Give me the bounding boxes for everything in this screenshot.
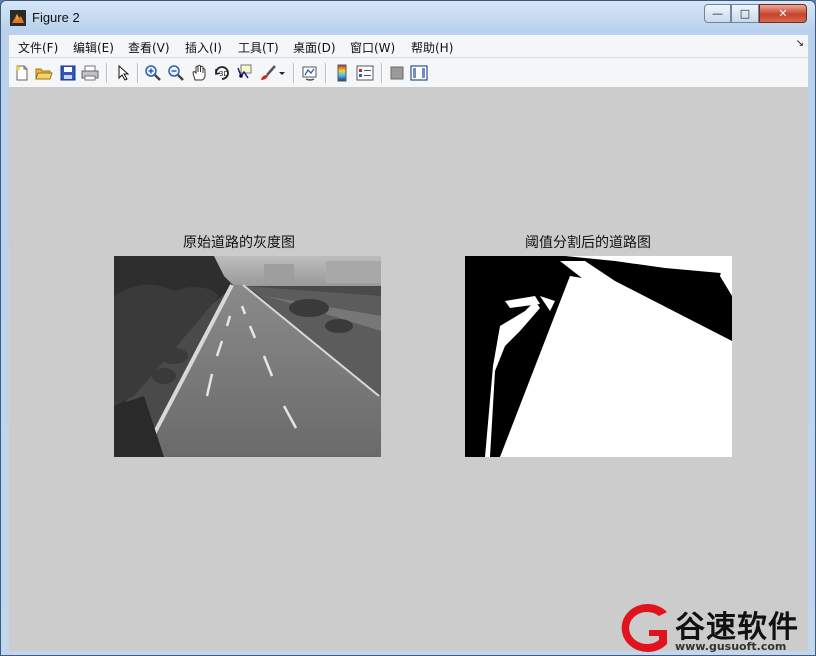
menu-insert[interactable]: 插入(I): [185, 39, 222, 56]
figure-canvas: 原始道路的灰度图 阈值分割后的道路图: [9, 88, 808, 651]
figure-window: Figure 2 — □ ✕ 文件(F) 编辑(E) 查看(V) 插入(I) 工…: [0, 0, 816, 656]
legend-icon[interactable]: [355, 63, 375, 83]
save-icon[interactable]: [58, 63, 78, 83]
menu-window[interactable]: 窗口(W): [350, 39, 395, 56]
window-title: Figure 2: [32, 10, 80, 25]
toolbar-separator: [137, 63, 139, 83]
maximize-button[interactable]: □: [731, 4, 759, 23]
dock-icon[interactable]: ↘: [796, 38, 804, 49]
minimize-button[interactable]: —: [704, 4, 731, 23]
dropdown-arrow-icon[interactable]: [277, 63, 287, 83]
watermark-logo: 谷速软件 www.gusuoft.com: [617, 600, 816, 656]
data-cursor-icon[interactable]: [235, 63, 255, 83]
toolbar-separator: [325, 63, 327, 83]
select-arrow-icon[interactable]: [113, 63, 133, 83]
gusu-logo-icon: [621, 604, 667, 652]
watermark-url: www.gusuoft.com: [675, 640, 787, 653]
maximize-icon: □: [739, 7, 751, 20]
toolbar-separator: [293, 63, 295, 83]
rotate-3d-icon[interactable]: 3D: [212, 63, 232, 83]
grayscale-road-image: [114, 256, 381, 457]
toolbar-separator: [381, 63, 383, 83]
menu-tools[interactable]: 工具(T): [238, 39, 279, 56]
matlab-icon: [10, 10, 26, 26]
close-icon: ✕: [778, 7, 788, 20]
show-plot-tools-icon[interactable]: [409, 63, 429, 83]
menu-file[interactable]: 文件(F): [18, 39, 58, 56]
menu-help[interactable]: 帮助(H): [411, 39, 453, 56]
print-icon[interactable]: [80, 63, 100, 83]
toolbar: 3D: [9, 58, 808, 88]
title-bar[interactable]: Figure 2 — □ ✕: [1, 1, 815, 34]
menu-view[interactable]: 查看(V): [128, 39, 170, 56]
colorbar-icon[interactable]: [332, 63, 352, 83]
link-plot-icon[interactable]: [300, 63, 320, 83]
new-file-icon[interactable]: [12, 63, 32, 83]
toolbar-separator: [106, 63, 108, 83]
zoom-out-icon[interactable]: [166, 63, 186, 83]
menu-bar: 文件(F) 编辑(E) 查看(V) 插入(I) 工具(T) 桌面(D) 窗口(W…: [9, 35, 808, 58]
minimize-icon: —: [712, 7, 723, 20]
menu-desktop[interactable]: 桌面(D): [293, 39, 336, 56]
zoom-in-icon[interactable]: [143, 63, 163, 83]
close-button[interactable]: ✕: [759, 4, 807, 23]
brush-icon[interactable]: [258, 63, 278, 83]
hide-plot-tools-icon[interactable]: [387, 63, 407, 83]
open-folder-icon[interactable]: [34, 63, 54, 83]
menu-edit[interactable]: 编辑(E): [73, 39, 114, 56]
pan-hand-icon[interactable]: [189, 63, 209, 83]
thresholded-road-image: [465, 256, 732, 457]
left-axes-title: 原始道路的灰度图: [183, 235, 295, 251]
svg-text:3D: 3D: [219, 70, 229, 78]
right-axes-title: 阈值分割后的道路图: [525, 235, 651, 251]
